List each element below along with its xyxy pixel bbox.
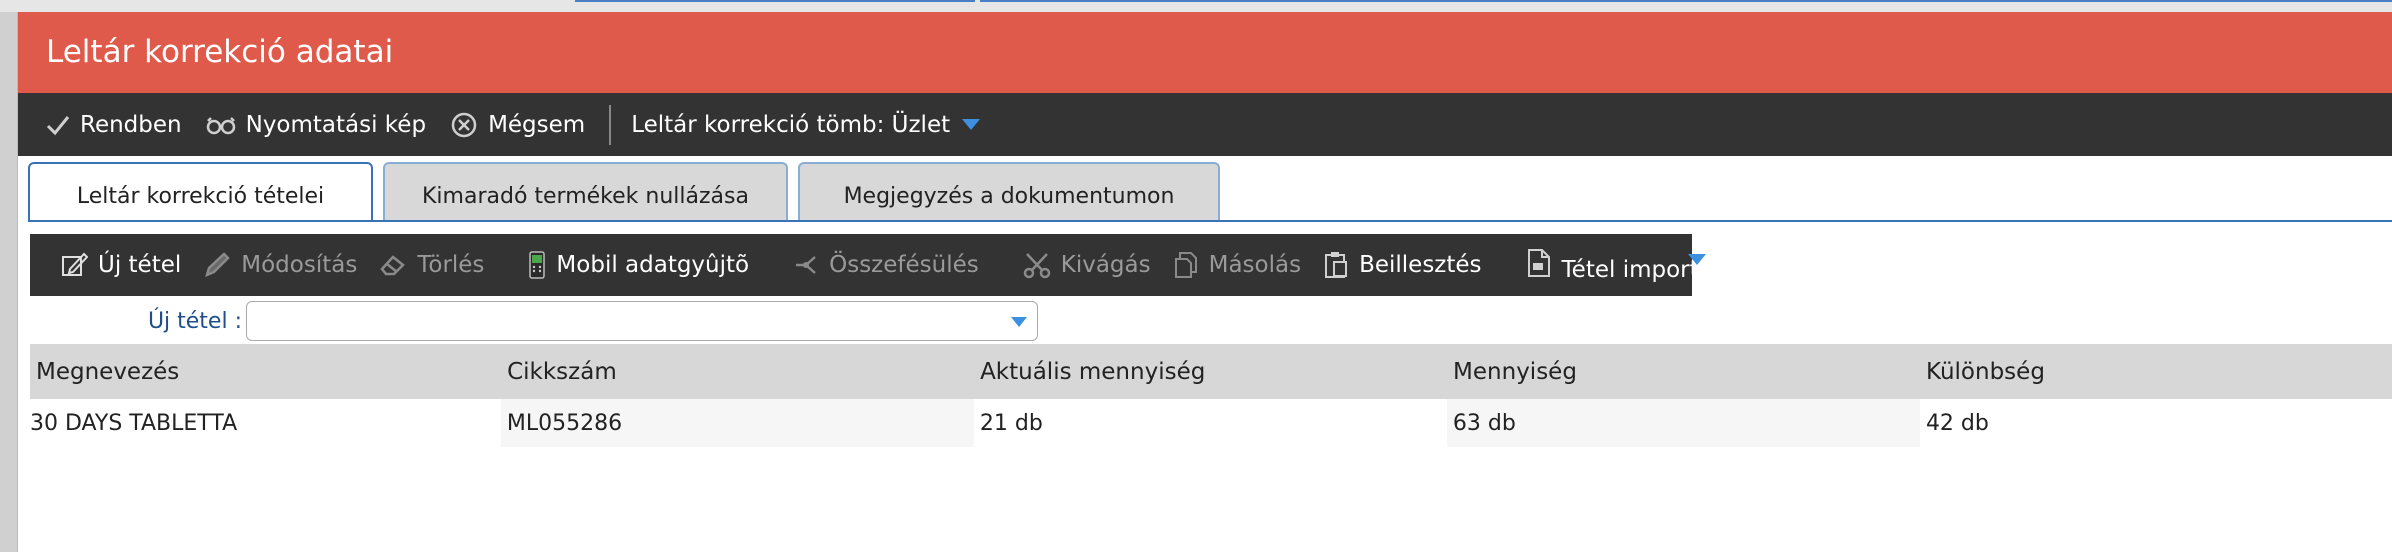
top-accent-line xyxy=(980,0,2392,2)
cell-qty: 63 db xyxy=(1446,399,1920,447)
mobile-collector-label: Mobil adatgyûjtõ xyxy=(556,252,750,278)
edit-new-icon xyxy=(62,252,88,276)
scissors-icon xyxy=(1023,253,1050,279)
cell-difference: 42 db xyxy=(1925,410,1989,436)
column-header[interactable]: Különbség xyxy=(1920,359,2392,385)
print-preview-label: Nyomtatási kép xyxy=(245,111,427,138)
ok-label: Rendben xyxy=(80,111,182,138)
column-header[interactable]: Cikkszám xyxy=(501,359,974,385)
ok-button[interactable]: Rendben xyxy=(46,112,182,138)
items-table: Megnevezés Cikkszám Aktuális mennyiség M… xyxy=(30,344,2392,447)
tab-label: Megjegyzés a dokumentumon xyxy=(843,184,1175,209)
import-button[interactable]: Tétel import xyxy=(1526,247,1699,283)
column-header[interactable]: Aktuális mennyiség xyxy=(974,359,1447,385)
delete-label: Törlés xyxy=(417,252,485,278)
new-item-field-label: Új tétel : xyxy=(147,308,242,334)
clipboard-icon xyxy=(1325,252,1348,278)
cell-current-qty: 21 db xyxy=(979,410,1043,436)
cut-label: Kivágás xyxy=(1060,252,1151,278)
import-label: Tétel import xyxy=(1561,257,1699,283)
paste-label: Beillesztés xyxy=(1359,252,1482,278)
table-header: Megnevezés Cikkszám Aktuális mennyiség M… xyxy=(30,344,2392,399)
print-preview-button[interactable]: Nyomtatási kép xyxy=(206,112,426,138)
file-import-icon xyxy=(1527,249,1550,277)
paste-button[interactable]: Beillesztés xyxy=(1323,251,1482,279)
block-selector-label: Leltár korrekció tömb: Üzlet xyxy=(631,111,951,138)
pencil-icon xyxy=(205,252,231,278)
merge-button[interactable]: Összefésülés xyxy=(793,252,979,278)
copy-button[interactable]: Másolás xyxy=(1173,251,1301,279)
glasses-icon xyxy=(206,116,235,134)
items-toolbar: Új tétel Módosítás Törlés Mobil adatgyûj… xyxy=(30,234,1699,296)
chevron-down-icon xyxy=(962,119,981,130)
delete-button[interactable]: Törlés xyxy=(379,252,484,278)
cancel-button[interactable]: Mégsem xyxy=(450,111,585,139)
block-selector[interactable]: Leltár korrekció tömb: Üzlet xyxy=(631,111,981,138)
cancel-label: Mégsem xyxy=(488,111,586,138)
modify-label: Módosítás xyxy=(241,252,358,278)
cell-sku: ML055286 xyxy=(500,399,974,447)
copy-icon xyxy=(1174,252,1197,278)
merge-label: Összefésülés xyxy=(829,252,979,278)
window-title: Leltár korrekció adatai xyxy=(18,12,2392,93)
chevron-down-icon[interactable] xyxy=(1011,317,1027,327)
merge-icon xyxy=(796,256,816,274)
eraser-icon xyxy=(380,255,406,276)
top-accent-line xyxy=(575,0,975,2)
main-toolbar: Rendben Nyomtatási kép Mégsem Leltár kor… xyxy=(18,93,2392,156)
tab-document-note[interactable]: Megjegyzés a dokumentumon xyxy=(798,162,1220,222)
table-row[interactable]: 30 DAYS TABLETTA ML055286 21 db 63 db 42… xyxy=(30,399,2392,447)
new-item-row: Új tétel : xyxy=(28,300,1128,342)
column-header[interactable]: Megnevezés xyxy=(30,359,501,385)
new-item-combobox[interactable] xyxy=(246,301,1038,341)
mobile-collector-button[interactable]: Mobil adatgyûjtõ xyxy=(528,251,749,279)
copy-label: Másolás xyxy=(1208,252,1302,278)
modify-button[interactable]: Módosítás xyxy=(203,251,357,279)
checkmark-icon xyxy=(46,115,70,135)
tab-zero-missing[interactable]: Kimaradó termékek nullázása xyxy=(383,162,788,222)
cancel-circle-icon xyxy=(451,112,477,137)
tab-label: Leltár korrekció tételei xyxy=(76,184,325,209)
chevron-down-icon[interactable] xyxy=(1688,254,1706,265)
background-edge xyxy=(0,0,17,552)
new-item-label: Új tétel xyxy=(98,252,182,278)
new-item-button[interactable]: Új tétel xyxy=(60,251,181,279)
tab-label: Kimaradó termékek nullázása xyxy=(422,184,749,209)
tab-content: Új tétel Módosítás Törlés Mobil adatgyûj… xyxy=(28,220,2392,552)
cell-name: 30 DAYS TABLETTA xyxy=(30,410,238,436)
mobile-device-icon xyxy=(529,251,546,279)
cut-button[interactable]: Kivágás xyxy=(1023,251,1151,279)
dialog-window: Leltár korrekció adatai Rendben Nyomtatá… xyxy=(17,12,2392,552)
top-strip xyxy=(0,0,2392,12)
tab-items[interactable]: Leltár korrekció tételei xyxy=(28,162,373,224)
toolbar-separator xyxy=(609,104,612,145)
column-header[interactable]: Mennyiség xyxy=(1447,359,1920,385)
